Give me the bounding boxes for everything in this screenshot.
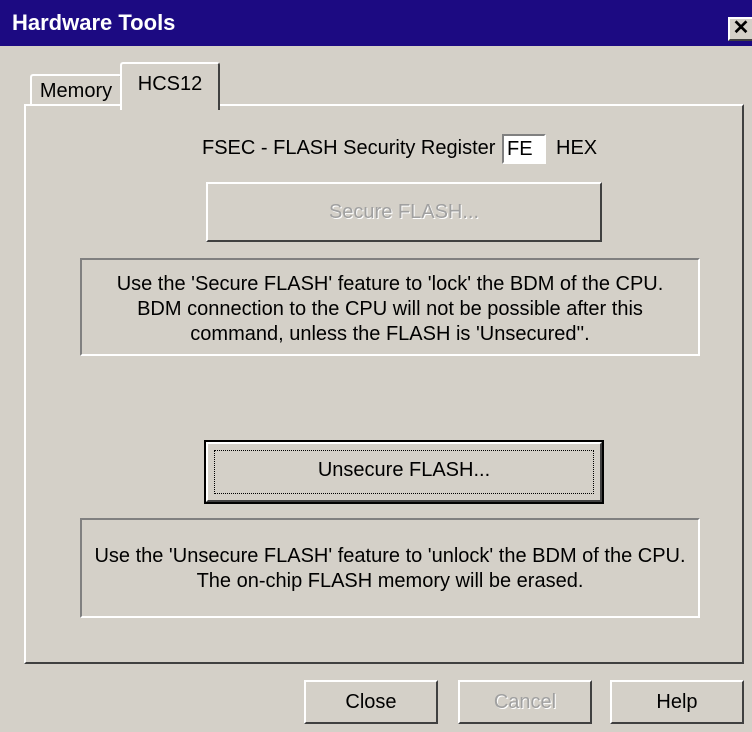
close-button[interactable]: Close [304, 680, 438, 724]
fsec-unit-label: HEX [556, 137, 598, 159]
fsec-label: FSEC - FLASH Security Register [202, 137, 496, 159]
cancel-button-label: Cancel [493, 691, 557, 713]
secure-info-line: Use the 'Secure FLASH' feature to 'lock'… [116, 273, 664, 295]
fsec-input[interactable] [502, 134, 546, 164]
tab-hcs12[interactable]: HCS12 [120, 62, 220, 110]
unsecure-flash-button[interactable]: Unsecure FLASH... [204, 440, 604, 504]
fsec-row: FSEC - FLASH Security Register HEX [0, 134, 752, 164]
hardware-tools-dialog: Hardware Tools ✕ Memory HCS12 FSEC - FLA… [0, 0, 752, 732]
unsecure-flash-button-label: Unsecure FLASH... [317, 459, 491, 481]
help-button-label: Help [656, 691, 698, 713]
secure-flash-button-label: Secure FLASH... [328, 201, 480, 223]
close-icon: ✕ [732, 17, 750, 39]
secure-info-line: command, unless the FLASH is 'Unsecured'… [190, 323, 590, 345]
secure-flash-button[interactable]: Secure FLASH... [206, 182, 602, 242]
secure-info-box: Use the 'Secure FLASH' feature to 'lock'… [80, 258, 700, 356]
tab-memory[interactable]: Memory [30, 74, 122, 108]
window-close-button[interactable]: ✕ [728, 17, 752, 41]
secure-info-line: BDM connection to the CPU will not be po… [137, 298, 643, 320]
cancel-button[interactable]: Cancel [458, 680, 592, 724]
unsecure-info-line: Use the 'Unsecure FLASH' feature to 'unl… [94, 545, 686, 567]
tab-memory-label: Memory [39, 80, 113, 102]
close-button-label: Close [345, 691, 397, 713]
help-button[interactable]: Help [610, 680, 744, 724]
unsecure-info-line: The on-chip FLASH memory will be erased. [196, 570, 584, 592]
window-title: Hardware Tools [12, 10, 176, 35]
title-bar[interactable]: Hardware Tools ✕ [0, 0, 752, 46]
tab-hcs12-label: HCS12 [137, 73, 203, 95]
unsecure-info-box: Use the 'Unsecure FLASH' feature to 'unl… [80, 518, 700, 618]
